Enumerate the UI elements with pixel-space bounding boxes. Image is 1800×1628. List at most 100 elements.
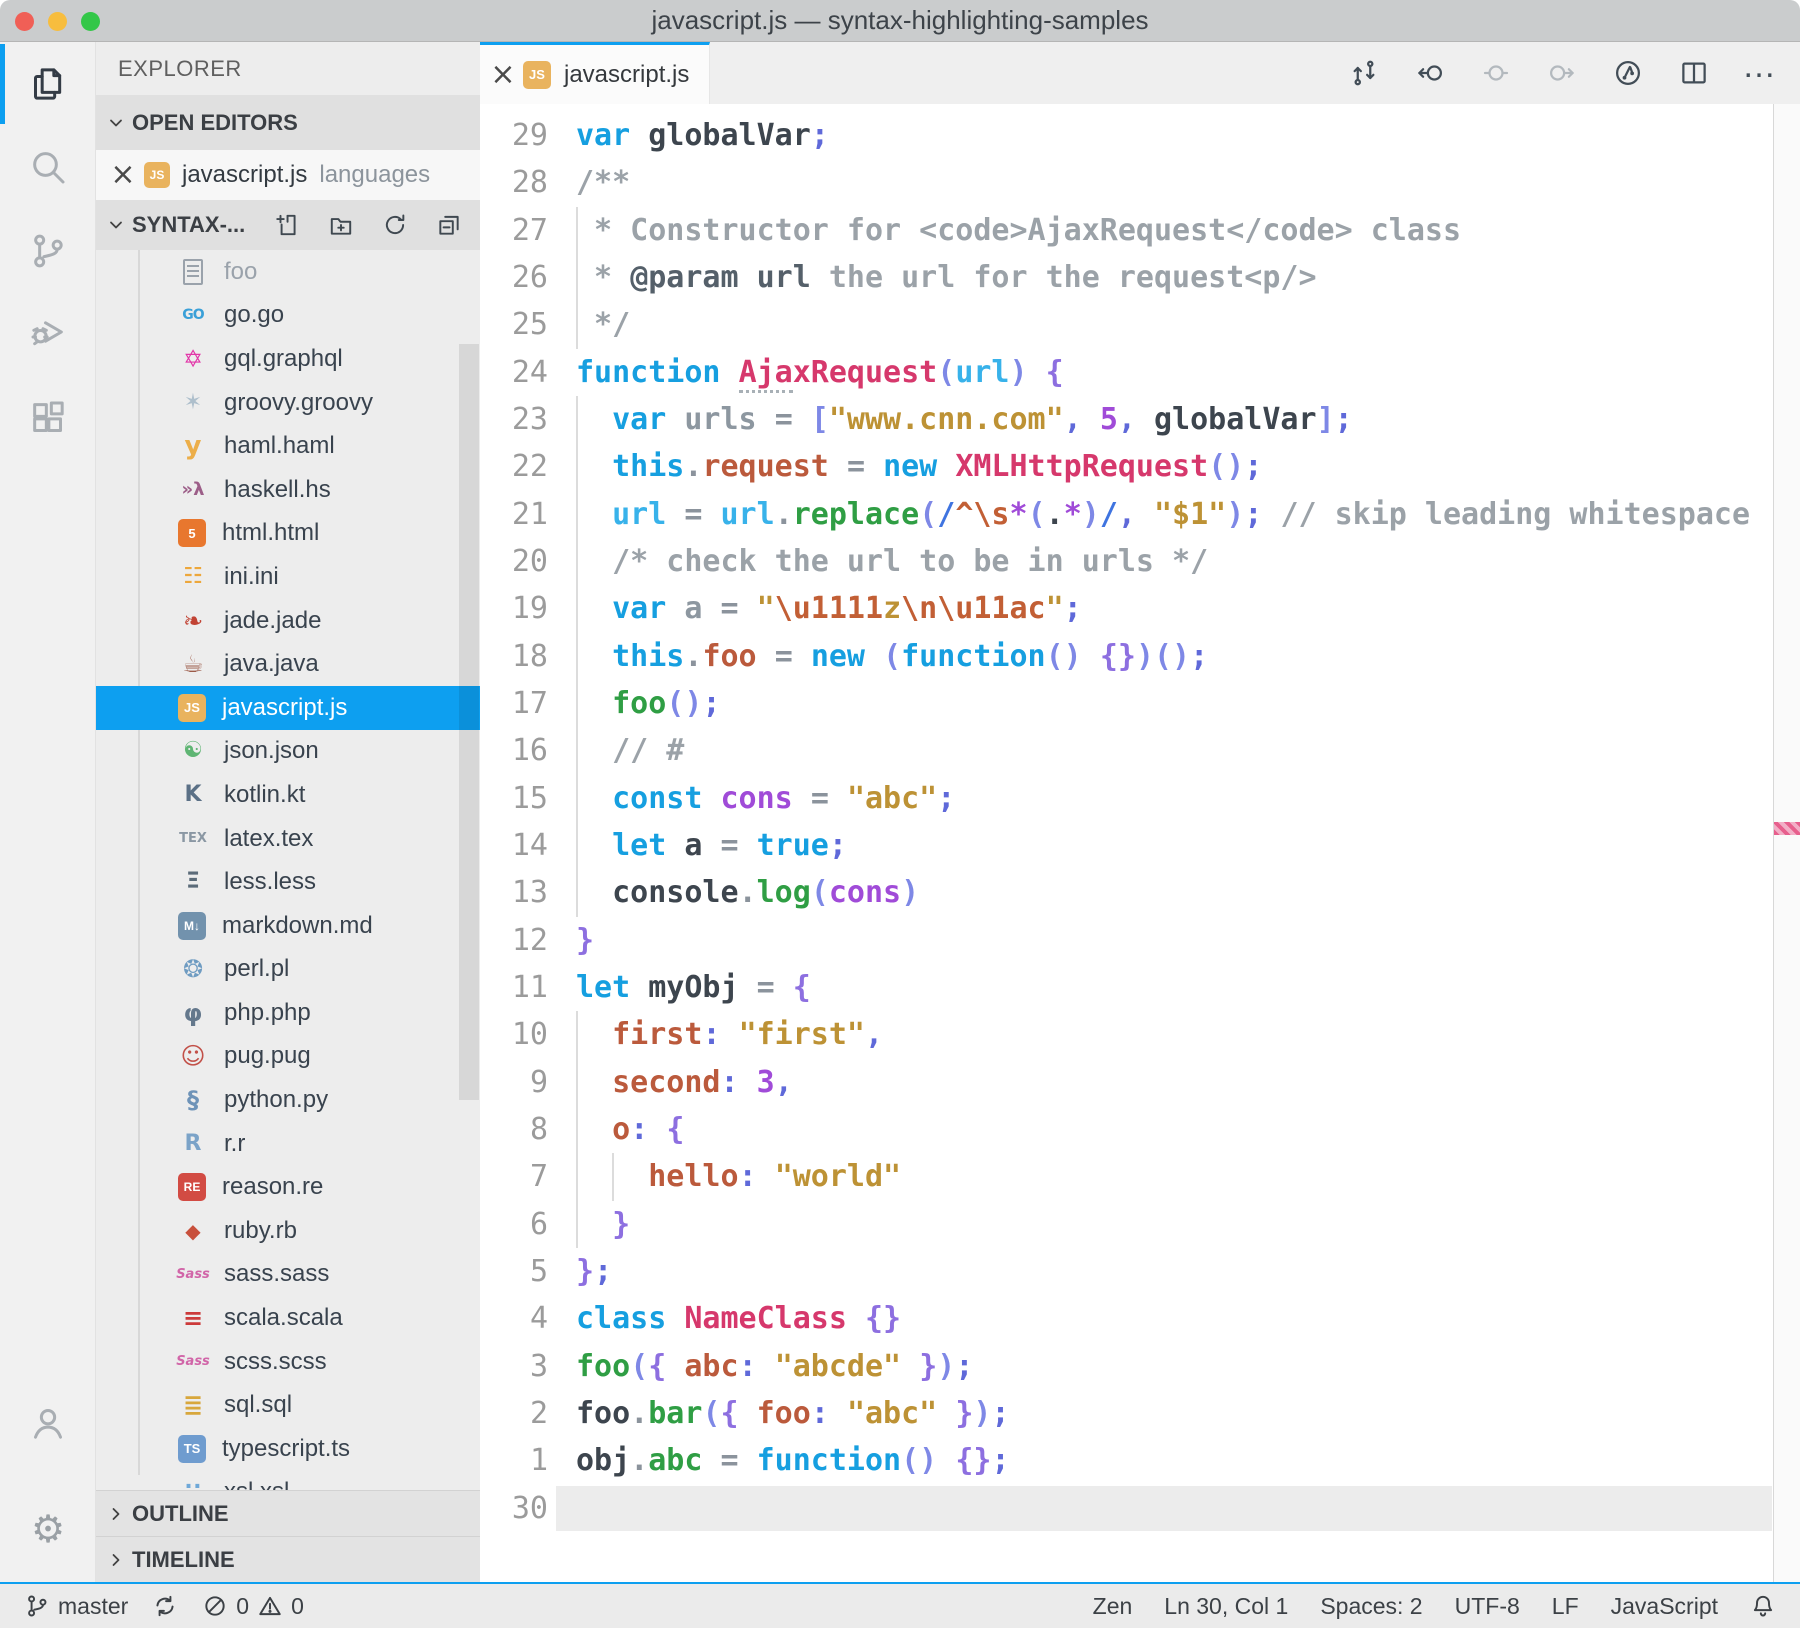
status-eol[interactable]: LF: [1552, 1593, 1579, 1620]
status-encoding[interactable]: UTF-8: [1455, 1593, 1520, 1620]
file-tree-item[interactable]: JSjavascript.js: [96, 686, 480, 730]
code-line[interactable]: 24function AjaxRequest(url) {: [480, 349, 1800, 396]
file-tree-item[interactable]: ◆ruby.rb: [96, 1209, 480, 1253]
previous-change-icon[interactable]: [1412, 55, 1448, 91]
timeline-history-icon[interactable]: [1610, 55, 1646, 91]
code-line[interactable]: 13 console.log(cons): [480, 869, 1800, 916]
settings-button[interactable]: ⚙: [0, 1487, 96, 1571]
status-zen[interactable]: Zen: [1093, 1593, 1133, 1620]
status-indentation[interactable]: Spaces: 2: [1320, 1593, 1422, 1620]
close-window-button[interactable]: [15, 12, 34, 31]
code-line[interactable]: 22 this.request = new XMLHttpRequest();: [480, 443, 1800, 490]
code-line[interactable]: 6 }: [480, 1201, 1800, 1248]
file-tree-item[interactable]: ≡scala.scala: [96, 1296, 480, 1340]
code-editor[interactable]: 29var globalVar;28/**27 * Constructor fo…: [480, 104, 1800, 1582]
code-line[interactable]: 5};: [480, 1248, 1800, 1295]
file-tree-item[interactable]: GOgo.go: [96, 294, 480, 338]
code-line[interactable]: 30: [480, 1485, 1800, 1532]
file-tree-item[interactable]: Ξless.less: [96, 860, 480, 904]
run-debug-tab[interactable]: [0, 290, 96, 374]
branch-indicator[interactable]: master: [24, 1593, 128, 1620]
zoom-window-button[interactable]: [81, 12, 100, 31]
source-control-tab[interactable]: [0, 209, 96, 293]
code-line[interactable]: 17 foo();: [480, 680, 1800, 727]
code-line[interactable]: 27 * Constructor for <code>AjaxRequest</…: [480, 207, 1800, 254]
file-tree-item[interactable]: »λhaskell.hs: [96, 468, 480, 512]
code-line[interactable]: 25 */: [480, 301, 1800, 348]
accounts-button[interactable]: [0, 1381, 96, 1465]
file-tree-item[interactable]: TStypescript.ts: [96, 1427, 480, 1471]
search-tab[interactable]: [0, 125, 96, 209]
code-line[interactable]: 23 var urls = ["www.cnn.com", 5, globalV…: [480, 396, 1800, 443]
file-tree-item[interactable]: REreason.re: [96, 1165, 480, 1209]
file-tree-item[interactable]: yhaml.haml: [96, 424, 480, 468]
code-line[interactable]: 1obj.abc = function() {};: [480, 1437, 1800, 1484]
code-line[interactable]: 7 hello: "world": [480, 1153, 1800, 1200]
code-line[interactable]: 10 first: "first",: [480, 1011, 1800, 1058]
file-tree-item[interactable]: φphp.php: [96, 991, 480, 1035]
code-line[interactable]: 21 url = url.replace(/^\s*(.*)/, "$1"); …: [480, 491, 1800, 538]
next-change-icon[interactable]: [1544, 55, 1580, 91]
code-line[interactable]: 9 second: 3,: [480, 1059, 1800, 1106]
folder-section-header[interactable]: SYNTAX-...: [96, 200, 480, 250]
file-tree-item[interactable]: ☺pug.pug: [96, 1035, 480, 1079]
file-tree-item[interactable]: ✶groovy.groovy: [96, 381, 480, 425]
circle-dash-icon[interactable]: [1478, 55, 1514, 91]
new-file-icon[interactable]: [274, 212, 300, 238]
collapse-folders-icon[interactable]: [436, 212, 462, 238]
status-cursor-position[interactable]: Ln 30, Col 1: [1164, 1593, 1288, 1620]
sidebar-scrollbar[interactable]: [459, 344, 479, 1100]
code-line[interactable]: 8 o: {: [480, 1106, 1800, 1153]
code-line[interactable]: 20 /* check the url to be in urls */: [480, 538, 1800, 585]
code-line[interactable]: 28/**: [480, 159, 1800, 206]
file-tree-item[interactable]: Kkotlin.kt: [96, 773, 480, 817]
open-editors-section-header[interactable]: OPEN EDITORS: [96, 95, 480, 150]
file-tree-item[interactable]: ☯json.json: [96, 730, 480, 774]
minimize-window-button[interactable]: [48, 12, 67, 31]
file-tree-item[interactable]: Sassscss.scss: [96, 1340, 480, 1384]
problems-indicator[interactable]: 0 0: [202, 1593, 304, 1620]
file-tree-item[interactable]: ☷ini.ini: [96, 555, 480, 599]
file-tree-item[interactable]: ✡gql.graphql: [96, 337, 480, 381]
file-tree-item[interactable]: §python.py: [96, 1078, 480, 1122]
open-editor-item[interactable]: × JS javascript.js languages: [96, 150, 480, 200]
file-tree-item[interactable]: ≣sql.sql: [96, 1383, 480, 1427]
file-tree-item[interactable]: Rr.r: [96, 1122, 480, 1166]
file-tree-item[interactable]: ❧jade.jade: [96, 599, 480, 643]
sync-button[interactable]: [152, 1593, 178, 1619]
explorer-tab[interactable]: [0, 42, 96, 126]
status-language[interactable]: JavaScript: [1611, 1593, 1718, 1620]
extensions-tab[interactable]: [0, 376, 96, 460]
code-line[interactable]: 2foo.bar({ foo: "abc" });: [480, 1390, 1800, 1437]
code-line[interactable]: 4class NameClass {}: [480, 1295, 1800, 1342]
code-line[interactable]: 3foo({ abc: "abcde" });: [480, 1343, 1800, 1390]
timeline-section-header[interactable]: TIMELINE: [96, 1536, 480, 1582]
tab-javascript[interactable]: × JS javascript.js: [480, 42, 710, 104]
compare-changes-icon[interactable]: [1346, 55, 1382, 91]
code-line[interactable]: 12}: [480, 917, 1800, 964]
file-tree-item[interactable]: ❂perl.pl: [96, 948, 480, 992]
outline-section-header[interactable]: OUTLINE: [96, 1490, 480, 1536]
file-tree-item[interactable]: foo: [96, 250, 480, 294]
close-editor-icon[interactable]: ×: [110, 160, 136, 190]
file-tree-item[interactable]: 5html.html: [96, 512, 480, 556]
code-line[interactable]: 16 // #: [480, 727, 1800, 774]
notifications-bell-icon[interactable]: [1750, 1593, 1776, 1619]
code-line[interactable]: 26 * @param url the url for the request<…: [480, 254, 1800, 301]
code-line[interactable]: 14 let a = true;: [480, 822, 1800, 869]
code-line[interactable]: 11let myObj = {: [480, 964, 1800, 1011]
file-tree-item[interactable]: ☕java.java: [96, 642, 480, 686]
file-tree-item[interactable]: ∷xsl.xsl: [96, 1471, 480, 1490]
split-editor-icon[interactable]: [1676, 55, 1712, 91]
code-line[interactable]: 19 var a = "\u1111z\n\u11ac";: [480, 585, 1800, 632]
code-line[interactable]: 18 this.foo = new (function() {})();: [480, 633, 1800, 680]
more-actions-icon[interactable]: …: [1742, 55, 1778, 91]
file-tree-item[interactable]: M↓markdown.md: [96, 904, 480, 948]
new-folder-icon[interactable]: [328, 212, 354, 238]
overview-ruler[interactable]: [1773, 104, 1800, 1582]
refresh-icon[interactable]: [382, 212, 408, 238]
file-tree-item[interactable]: Sasssass.sass: [96, 1253, 480, 1297]
file-tree-item[interactable]: TEXlatex.tex: [96, 817, 480, 861]
close-tab-icon[interactable]: ×: [490, 60, 516, 90]
code-line[interactable]: 29var globalVar;: [480, 112, 1800, 159]
